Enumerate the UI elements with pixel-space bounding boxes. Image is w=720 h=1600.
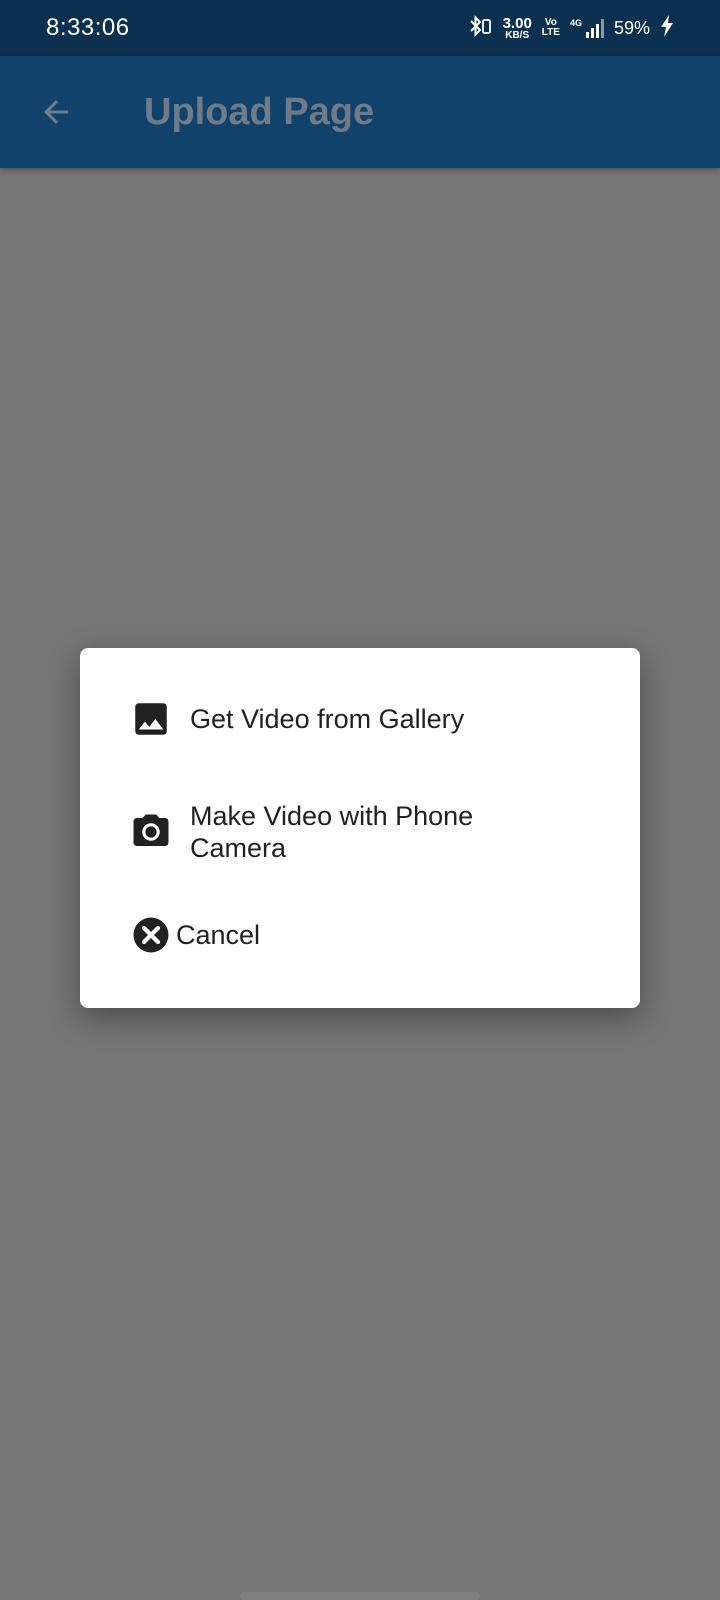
charging-icon bbox=[660, 14, 674, 42]
status-icons: 3.00 KB/S Vo LTE 4G 59% bbox=[467, 14, 674, 43]
cancel-option[interactable]: Cancel bbox=[130, 914, 260, 956]
network-speed-value: 3.00 bbox=[502, 14, 532, 32]
gesture-nav-bar[interactable] bbox=[240, 1592, 480, 1600]
video-source-dialog: Get Video from Gallery Make Video with P… bbox=[80, 648, 640, 1008]
gallery-option-label: Get Video from Gallery bbox=[190, 703, 465, 734]
cancel-option-label: Cancel bbox=[176, 919, 261, 950]
volte-bottom: LTE bbox=[541, 27, 560, 38]
screen: 8:33:06 3.00 KB/S Vo LTE 4G 59% Upload P… bbox=[0, 0, 720, 1600]
camera-option[interactable]: Make Video with Phone Camera bbox=[130, 800, 510, 864]
bluetooth-icon bbox=[467, 14, 493, 43]
arrow-back-icon bbox=[44, 100, 68, 124]
status-time: 8:33:06 bbox=[46, 14, 130, 41]
network-speed-unit: KB/S bbox=[505, 29, 530, 41]
volte-indicator: Vo LTE bbox=[542, 18, 560, 38]
cancel-circle-icon bbox=[130, 914, 172, 956]
gallery-option[interactable]: Get Video from Gallery bbox=[130, 698, 464, 740]
page-title: Upload Page bbox=[144, 90, 375, 133]
app-bar: Upload Page bbox=[0, 56, 720, 168]
back-button[interactable] bbox=[26, 82, 86, 142]
network-type: 4G bbox=[569, 18, 582, 28]
battery-level: 59% bbox=[613, 17, 650, 38]
camera-icon bbox=[130, 811, 172, 853]
signal-icon: 4G bbox=[570, 18, 604, 38]
network-speed: 3.00 KB/S bbox=[503, 16, 532, 41]
camera-option-label: Make Video with Phone Camera bbox=[190, 801, 474, 863]
image-icon bbox=[130, 698, 172, 740]
status-bar: 8:33:06 3.00 KB/S Vo LTE 4G 59% bbox=[0, 0, 720, 56]
